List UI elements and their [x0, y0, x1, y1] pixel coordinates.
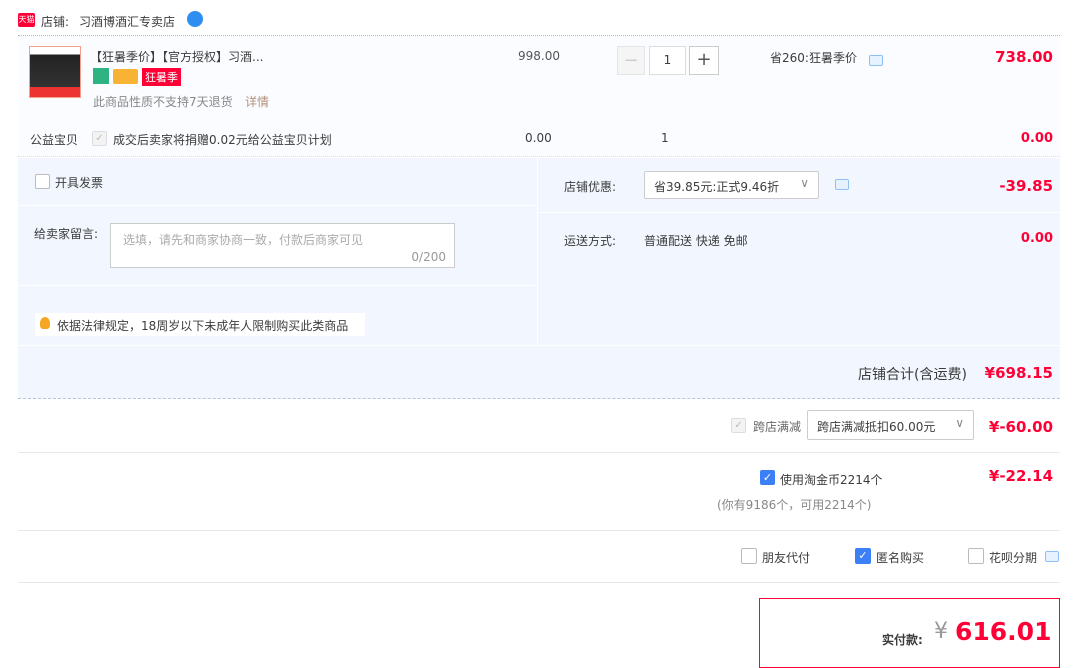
charity-label: 公益宝贝 — [30, 133, 79, 147]
coins-sub: (你有9186个，可用2214个) — [717, 498, 872, 512]
product-image[interactable] — [29, 46, 81, 98]
chevron-down-icon: ∨ — [955, 416, 964, 430]
increase-button[interactable]: + — [689, 46, 719, 75]
payment-currency: ¥ — [934, 619, 948, 644]
shop-total-amount: ¥698.15 — [984, 364, 1053, 382]
legal-note-text: 依据法律规定，18周岁以下未成年人限制购买此类商品 — [57, 319, 349, 333]
shop-discount-value: 省39.85元:正式9.46折 — [654, 180, 780, 194]
lightbulb-icon — [40, 317, 50, 329]
item-subtotal: 738.00 — [995, 48, 1053, 66]
product-title[interactable]: 【狂暑季价】【官方授权】习酒... — [90, 48, 263, 65]
cross-store-amount: ¥-60.00 — [988, 418, 1053, 436]
shop-discount-label: 店铺优惠: — [564, 180, 617, 194]
payment-box: 实付款: ¥ 616.01 — [759, 598, 1060, 668]
unit-price: 998.00 — [518, 49, 560, 63]
huabei-info-icon[interactable] — [1045, 551, 1059, 562]
huabei-label: 花呗分期 — [989, 551, 1038, 565]
anonymous-checkbox[interactable]: ✓ — [855, 548, 871, 564]
cross-store-checkbox[interactable]: ✓ — [731, 418, 746, 433]
discount-info-icon[interactable] — [835, 179, 849, 190]
cross-store-value: 跨店满减抵扣60.00元 — [817, 420, 936, 434]
cross-store-label: 跨店满减 — [753, 420, 802, 434]
shop-discount-select[interactable]: 省39.85元:正式9.46折 ∨ — [644, 171, 819, 199]
chevron-down-icon: ∨ — [800, 176, 809, 190]
store-name[interactable]: 习酒博酒汇专卖店 — [79, 13, 175, 30]
friend-pay-checkbox[interactable] — [741, 548, 757, 564]
chat-bubble-icon[interactable] — [187, 11, 203, 27]
promo-tag: 狂暑季 — [142, 68, 181, 86]
shipping-amount: 0.00 — [1020, 231, 1053, 246]
charity-quantity: 1 — [661, 131, 669, 145]
message-label: 给卖家留言: — [34, 227, 99, 241]
invoice-checkbox[interactable] — [35, 174, 50, 189]
invoice-label: 开具发票 — [55, 176, 104, 190]
anonymous-label: 匿名购买 — [876, 551, 925, 565]
promo-text: 省260:狂暑季价 — [770, 51, 857, 65]
friend-pay-label: 朋友代付 — [762, 551, 811, 565]
shop-discount-amount: -39.85 — [999, 177, 1053, 195]
charity-checkbox[interactable]: ✓ — [92, 131, 107, 146]
service-icon — [93, 68, 109, 84]
decrease-button[interactable]: − — [617, 46, 645, 75]
message-textarea[interactable]: 选填，请先和商家协商一致，付款后商家可见 0/200 — [110, 223, 455, 268]
charity-text: 成交后卖家将捐赠0.02元给公益宝贝计划 — [113, 133, 332, 147]
payment-amount: 616.01 — [955, 617, 1052, 646]
details-link[interactable]: 详情 — [245, 93, 269, 110]
huabei-checkbox[interactable] — [968, 548, 984, 564]
coins-checkbox[interactable]: ✓ — [760, 470, 775, 485]
coins-amount: ¥-22.14 — [988, 467, 1053, 485]
tmall-badge: 天猫 — [18, 13, 35, 27]
charity-price: 0.00 — [525, 131, 552, 145]
return-notice: 此商品性质不支持7天退货 — [93, 95, 233, 109]
charity-subtotal: 0.00 — [1020, 131, 1053, 146]
payment-label: 实付款: — [882, 633, 923, 647]
coins-label: 使用淘金币2214个 — [780, 473, 883, 487]
message-counter: 0/200 — [411, 250, 446, 264]
shop-total-label: 店铺合计(含运费) — [858, 367, 967, 383]
promo-info-icon[interactable] — [869, 55, 883, 66]
card-icon — [113, 69, 138, 84]
legal-note: 依据法律规定，18周岁以下未成年人限制购买此类商品 — [35, 313, 365, 336]
cross-store-select[interactable]: 跨店满减抵扣60.00元 ∨ — [807, 410, 974, 440]
store-label: 店铺: — [41, 15, 70, 29]
message-placeholder: 选填，请先和商家协商一致，付款后商家可见 — [123, 233, 364, 247]
shipping-label: 运送方式: — [564, 234, 617, 248]
quantity-input[interactable]: 1 — [649, 46, 686, 75]
shipping-value: 普通配送 快递 免邮 — [644, 234, 748, 248]
